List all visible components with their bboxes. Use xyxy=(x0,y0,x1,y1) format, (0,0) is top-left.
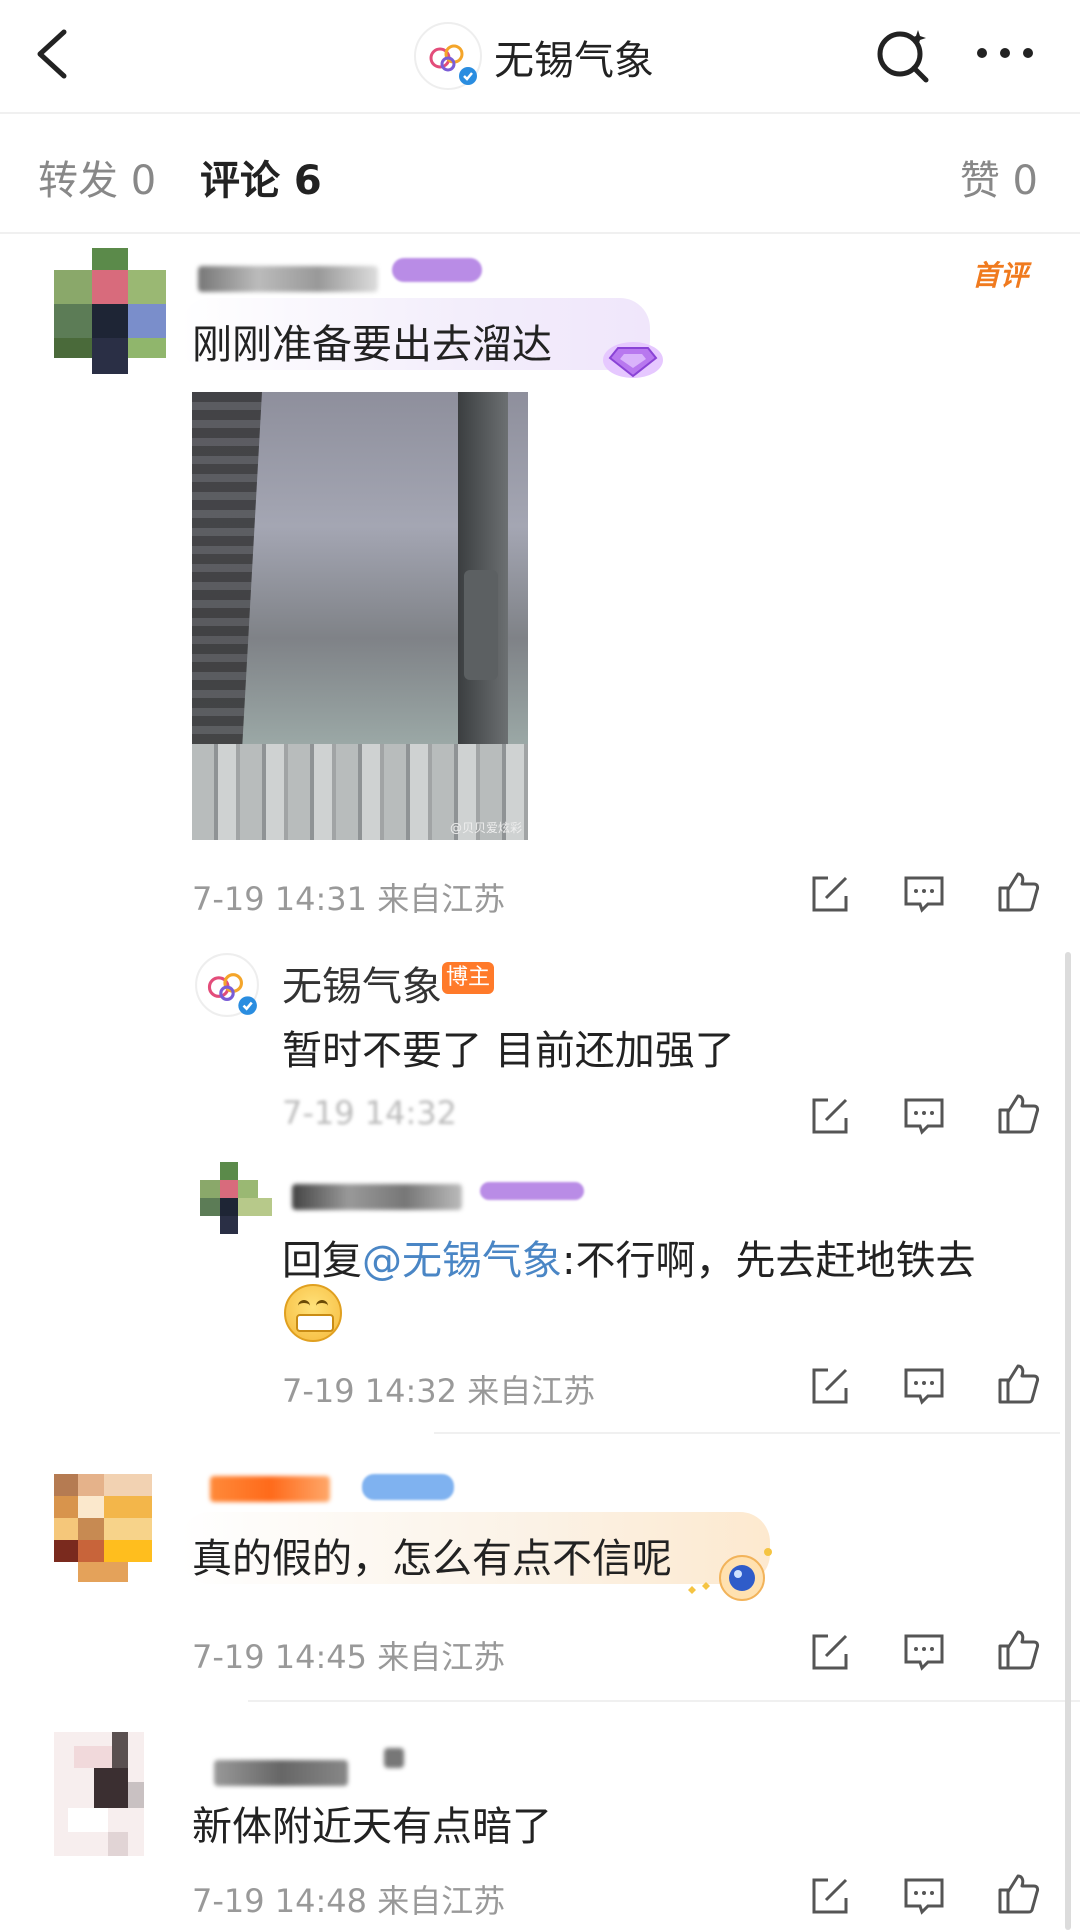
like-icon[interactable] xyxy=(994,1090,1042,1138)
comment-text: 新体附近天有点暗了 xyxy=(192,1804,552,1850)
avatar[interactable] xyxy=(200,1162,272,1234)
comment-meta: 7-19 14:31 来自江苏 xyxy=(192,880,506,918)
repost-icon[interactable] xyxy=(806,1092,854,1140)
reply-icon[interactable] xyxy=(900,1092,948,1140)
comment-tabs: 转发 0 评论 6 赞 0 xyxy=(0,112,1080,234)
like-icon[interactable] xyxy=(994,1870,1042,1918)
repost-icon[interactable] xyxy=(806,1628,854,1676)
comment-text: 真的假的，怎么有点不信呢 xyxy=(192,1536,672,1582)
like-icon[interactable] xyxy=(994,1626,1042,1674)
repost-icon[interactable] xyxy=(806,1872,854,1920)
repost-icon[interactable] xyxy=(806,1362,854,1410)
username-fragment xyxy=(384,1748,404,1768)
reply-prefix: 回复 xyxy=(282,1238,362,1284)
fan-badge xyxy=(392,258,482,282)
astronaut-decoration-icon xyxy=(688,1548,772,1601)
back-icon[interactable] xyxy=(28,26,84,82)
repost-icon[interactable] xyxy=(806,870,854,918)
tab-repost[interactable]: 转发 0 xyxy=(38,148,156,206)
mention-link[interactable]: @无锡气象 xyxy=(362,1238,562,1284)
avatar[interactable] xyxy=(54,248,166,374)
divider xyxy=(248,1700,1080,1702)
window-handle xyxy=(464,570,498,680)
blogger-badge: 博主 xyxy=(442,962,494,994)
comment-meta: 7-19 14:45 来自江苏 xyxy=(192,1638,506,1676)
username[interactable] xyxy=(292,1184,462,1210)
reply-icon[interactable] xyxy=(900,870,948,918)
reply-icon[interactable] xyxy=(900,1872,948,1920)
reply-text: 回复@无锡气象:不行啊，先去赶地铁去 xyxy=(282,1228,975,1286)
page-title: 无锡气象 xyxy=(494,38,654,84)
top-bar: 无锡气象 xyxy=(0,0,1080,114)
avatar[interactable] xyxy=(54,1732,144,1856)
grin-emoji-icon xyxy=(284,1284,342,1342)
reply-icon[interactable] xyxy=(900,1362,948,1410)
reply-meta: 7-19 14:32 xyxy=(282,1094,458,1132)
tab-likes[interactable]: 赞 0 xyxy=(960,148,1038,206)
weather-logo-icon xyxy=(420,28,477,85)
reply-meta: 7-19 14:32 来自江苏 xyxy=(282,1372,596,1410)
divider xyxy=(434,1432,1060,1434)
username[interactable] xyxy=(214,1760,348,1786)
username[interactable] xyxy=(198,266,378,292)
account-avatar[interactable] xyxy=(414,22,482,90)
more-icon[interactable] xyxy=(970,28,1040,78)
diamond-decoration-icon xyxy=(603,342,663,378)
reply-author[interactable]: 无锡气象 xyxy=(282,954,442,1012)
username[interactable] xyxy=(210,1476,330,1502)
image-watermark: @贝贝爱炫彩 xyxy=(449,821,522,835)
like-icon[interactable] xyxy=(994,868,1042,916)
reply-body: :不行啊，先去赶地铁去 xyxy=(562,1238,976,1284)
reply-icon[interactable] xyxy=(900,1628,948,1676)
like-icon[interactable] xyxy=(994,1360,1042,1408)
fan-badge xyxy=(480,1182,584,1200)
comment-image[interactable]: @贝贝爱炫彩 xyxy=(192,392,528,840)
avatar[interactable] xyxy=(54,1474,152,1586)
scrollbar[interactable] xyxy=(1065,952,1071,1930)
first-comment-label: 首评 xyxy=(972,259,1029,292)
blogger-avatar[interactable] xyxy=(194,952,260,1018)
fan-badge xyxy=(362,1474,454,1500)
reply-text: 暂时不要了 目前还加强了 xyxy=(282,1028,735,1074)
comment-text: 刚刚准备要出去溜达 xyxy=(192,322,552,368)
comment-meta: 7-19 14:48 来自江苏 xyxy=(192,1882,506,1920)
search-icon[interactable] xyxy=(872,22,936,86)
tab-comments[interactable]: 评论 6 xyxy=(200,148,322,206)
